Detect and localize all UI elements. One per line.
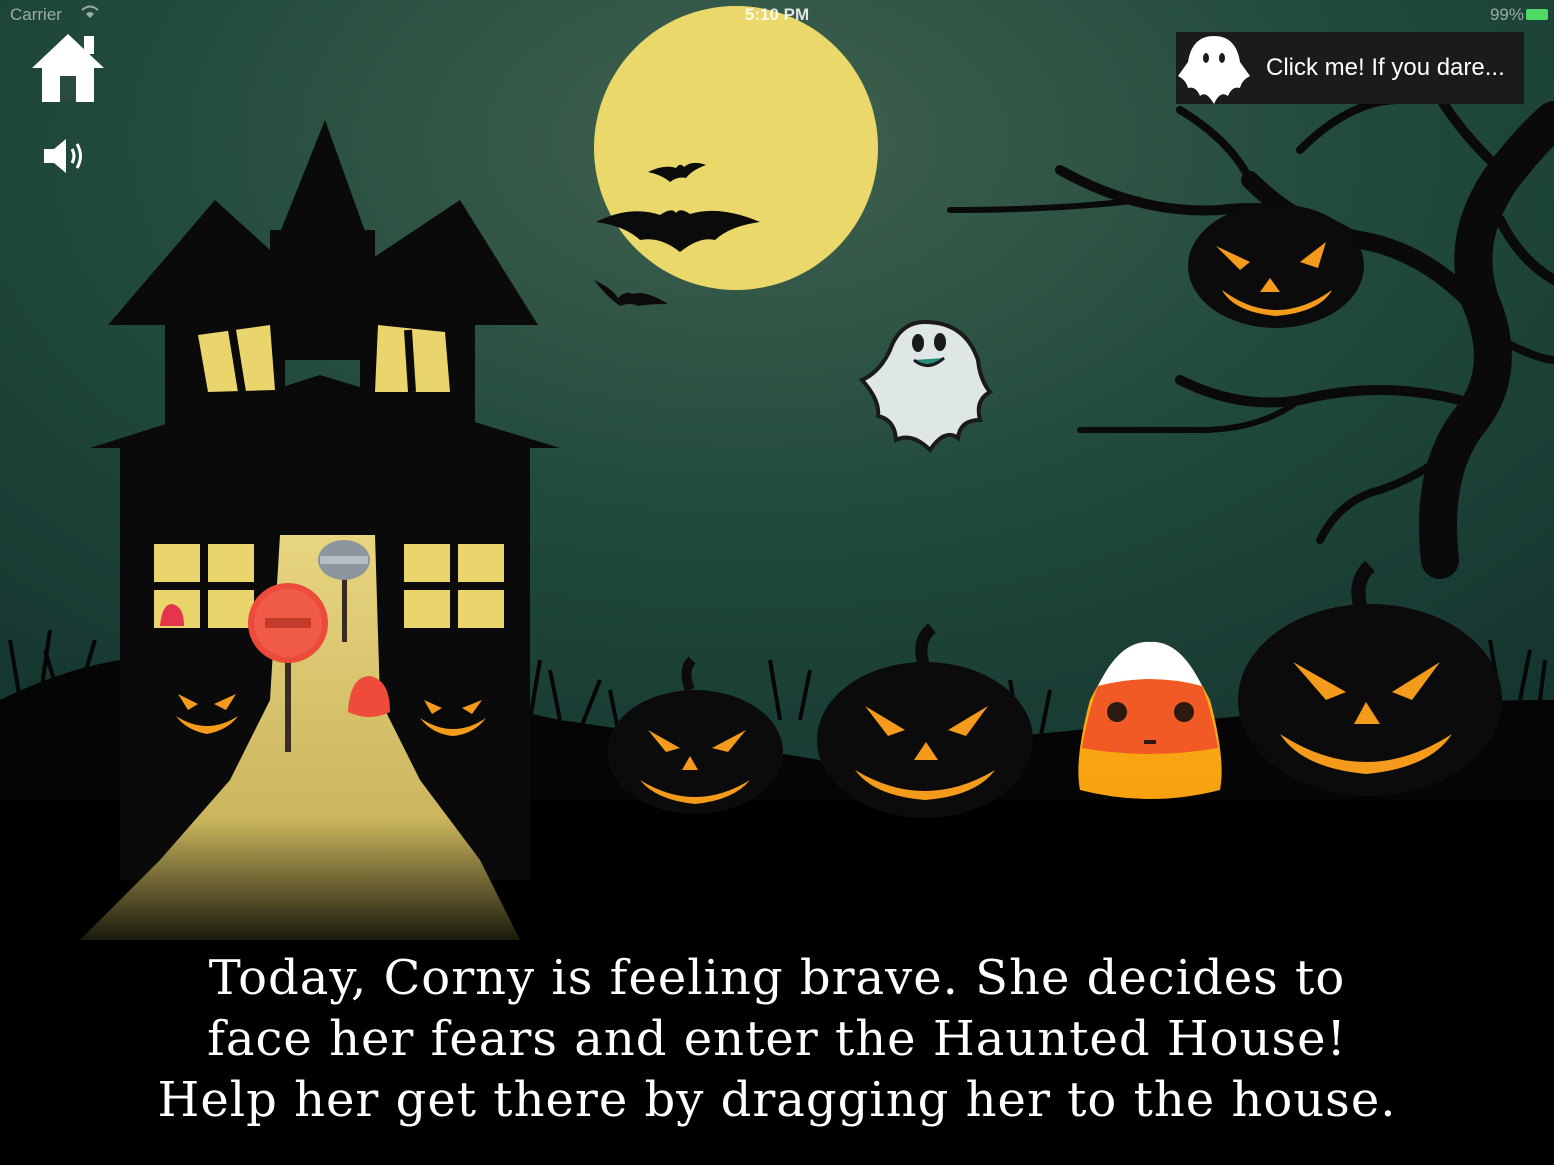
ghost-icon: [1178, 36, 1250, 104]
story-line-1: Today, Corny is feeling brave. She decid…: [208, 950, 1346, 1006]
moon: [594, 6, 878, 290]
ghost-dare-button[interactable]: Click me! If you dare...: [1176, 32, 1524, 104]
sound-toggle-button[interactable]: [42, 135, 90, 177]
story-line-3: Help her get there by dragging her to th…: [157, 1072, 1397, 1128]
home-button[interactable]: [30, 30, 106, 104]
ghost-dare-label: Click me! If you dare...: [1266, 54, 1505, 81]
status-bar: Carrier 5:10 PM 99%: [0, 0, 1554, 30]
status-time: 5:10 PM: [744, 5, 810, 24]
story-text: Today, Corny is feeling brave. She decid…: [0, 948, 1554, 1131]
battery-icon: [1526, 9, 1548, 20]
story-line-2: face her fears and enter the Haunted Hou…: [207, 1011, 1347, 1067]
home-icon: [32, 34, 104, 102]
speaker-icon: [44, 139, 82, 173]
battery-percent: 99%: [1489, 5, 1524, 24]
tree-pumpkin: [1188, 204, 1364, 328]
